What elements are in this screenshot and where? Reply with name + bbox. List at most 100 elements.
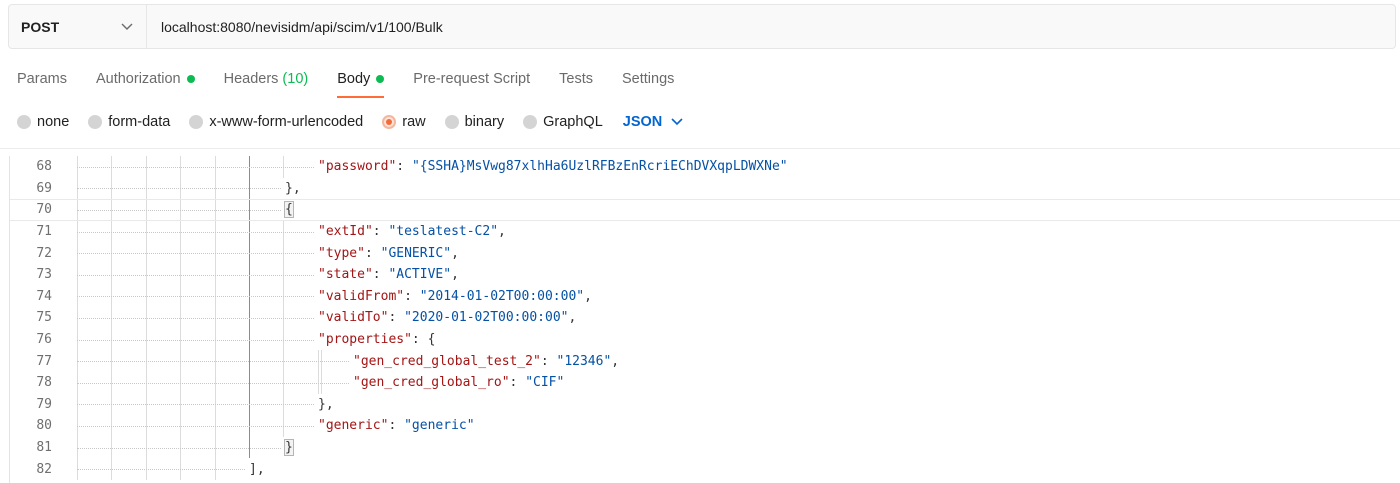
tab-label: Settings [621,71,675,87]
json-punctuation: : [372,224,389,240]
radio-none[interactable]: none [17,114,69,130]
code-text: "validTo": "2020-01-02T00:00:00", [318,307,576,329]
json-key: "state" [318,267,373,283]
radio-circle-icon [523,115,538,129]
code-line: 75 "validTo": "2020-01-02T00:00:00", [10,307,1400,329]
json-punctuation: : [396,159,412,175]
tab-label: Headers [223,71,279,87]
code-text: "gen_cred_global_test_2": "12346", [353,350,619,372]
code-text: "gen_cred_global_ro": "CIF" [353,372,564,394]
code-text: "generic": "generic" [318,415,475,437]
tab-count-badge: (10) [282,71,309,87]
radio-raw[interactable]: raw [382,114,426,130]
tab-settings[interactable]: Settings [622,60,674,98]
code-line: 77 "gen_cred_global_test_2": "12346", [10,350,1400,372]
code-text: }, [285,178,301,200]
radio-label: GraphQL [543,114,603,130]
line-number: 72 [36,245,52,261]
code-line: 80 "generic": "generic" [10,415,1400,437]
url-input[interactable]: localhost:8080/nevisidm/api/scim/v1/100/… [147,5,1395,48]
code-line: 73 "state": "ACTIVE", [10,263,1400,286]
code-text: { [284,200,294,220]
code-text: "type": "GENERIC", [318,242,459,264]
tab-params[interactable]: Params [17,60,67,98]
matched-bracket: } [284,439,294,457]
line-number: 77 [36,353,52,369]
tab-authorization[interactable]: Authorization [96,60,195,98]
request-tabs: Params Authorization Headers (10) Body Pre-re… [17,60,703,100]
code-line: 72 "type": "GENERIC", [10,242,1400,264]
tab-label: Authorization [95,71,181,87]
whitespace-dots [77,425,314,427]
method-label: POST [21,18,60,35]
tab-body[interactable]: Body [337,60,385,98]
line-number: 78 [36,375,52,391]
json-string: "teslatest-C2" [388,224,499,240]
tab-headers[interactable]: Headers (10) [224,60,309,98]
code-line: 76 "properties": { [10,328,1400,351]
tab-tests[interactable]: Tests [559,60,593,98]
format-label: JSON [622,114,663,130]
whitespace-dots [77,274,314,276]
tab-pre-request-script[interactable]: Pre-request Script [413,60,530,98]
chevron-down-icon [120,20,134,34]
json-punctuation: , [611,353,620,369]
whitespace-dots [77,296,314,298]
radio-graphql[interactable]: GraphQL [523,114,603,130]
radio-form-data[interactable]: form-data [88,114,170,130]
code-line: 79}, [10,393,1400,416]
line-number: 71 [36,224,52,240]
method-select[interactable]: POST [9,5,147,48]
code-editor[interactable]: 68 "password": "{SSHA}MsVwg87xlhHa6UzlRFB… [9,156,1400,483]
radio-circle-icon [88,115,103,129]
code-line: 69}, [10,177,1400,200]
indent-guide [321,371,322,394]
json-punctuation: : [509,375,526,391]
whitespace-dots [77,339,314,341]
whitespace-dots [77,166,314,168]
whitespace-dots [77,404,314,406]
json-string: "generic" [404,418,475,434]
radio-label: none [37,114,70,130]
line-number: 76 [36,332,52,348]
whitespace-dots [77,382,349,384]
line-number: 81 [36,440,52,456]
code-line: 74 "validFrom": "2014-01-02T00:00:00", [10,285,1400,308]
code-line: 82], [10,458,1400,480]
format-select[interactable]: JSON [623,114,685,130]
line-number: 73 [36,267,52,283]
radio-binary[interactable]: binary [444,114,505,130]
json-key: "extId" [318,224,373,240]
json-key: "generic" [318,418,389,434]
json-punctuation: , [451,245,459,261]
radio-label: binary [464,114,505,130]
json-string: "2020-01-02T00:00:00" [404,310,569,326]
json-punctuation: : { [411,332,436,348]
whitespace-dots [77,188,281,190]
whitespace-dots [77,469,245,471]
line-number: 79 [36,396,52,412]
radio-x-www-form-urlencoded[interactable]: x-www-form-urlencoded [189,114,363,130]
status-dot-icon [376,75,385,83]
json-key: "validTo" [318,310,389,326]
whitespace-dots [77,447,281,449]
radio-circle-icon [382,115,397,129]
radio-label: x-www-form-urlencoded [209,114,364,130]
json-punctuation: : [364,245,381,261]
code-text: "validFrom": "2014-01-02T00:00:00", [318,286,592,308]
whitespace-dots [77,361,349,363]
code-text: "state": "ACTIVE", [318,264,459,286]
json-punctuation: : [388,310,405,326]
code-text: }, [318,394,334,416]
json-string: "ACTIVE" [388,267,452,283]
chevron-down-icon [670,115,684,129]
json-key: "gen_cred_global_ro" [353,375,510,391]
code-line: 78 "gen_cred_global_ro": "CIF" [10,371,1400,394]
whitespace-dots [77,209,281,211]
whitespace-dots [77,253,314,255]
json-string: "{SSHA}MsVwg87xlhHa6UzlRFBzEnRcriEChDVXq… [411,159,788,175]
json-punctuation: : [540,353,557,369]
code-text: "password": "{SSHA}MsVwg87xlhHa6UzlRFBzE… [318,156,788,178]
tab-label: Params [17,71,67,87]
radio-label: form-data [108,114,171,130]
